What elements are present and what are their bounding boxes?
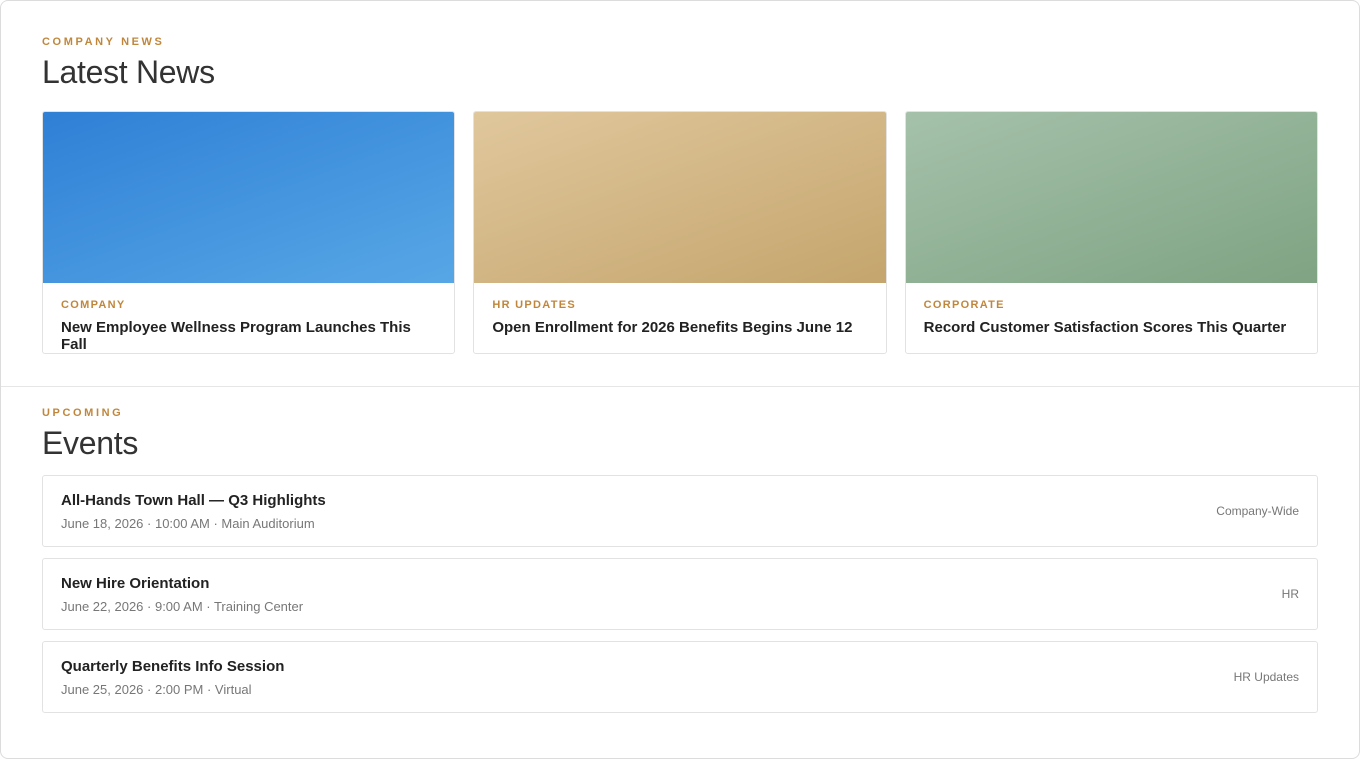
news-card-image	[905, 112, 1317, 283]
event-info: All-Hands Town Hall — Q3 Highlights June…	[61, 492, 326, 531]
news-card[interactable]: HR UPDATES Open Enrollment for 2026 Bene…	[473, 111, 887, 354]
news-card[interactable]: COMPANY New Employee Wellness Program La…	[42, 111, 456, 354]
news-card-title[interactable]: New Employee Wellness Program Launches T…	[61, 319, 436, 353]
event-meta: June 18, 2026 · 10:00 AM · Main Auditori…	[61, 515, 315, 531]
event-title: Quarterly Benefits Info Session	[61, 657, 285, 675]
news-card-body: CORPORATE Record Customer Satisfaction S…	[906, 283, 1317, 352]
news-card-category: HR UPDATES	[492, 299, 577, 311]
event-tag: HR Updates	[1233, 670, 1299, 684]
event-tag: HR	[1281, 587, 1299, 601]
news-card-title[interactable]: Open Enrollment for 2026 Benefits Begins…	[492, 319, 867, 336]
news-cards: COMPANY New Employee Wellness Program La…	[42, 111, 1318, 354]
event-info: New Hire Orientation June 22, 2026 · 9:0…	[61, 575, 303, 614]
event-row[interactable]: Quarterly Benefits Info Session June 25,…	[42, 641, 1318, 713]
news-card-image	[474, 112, 886, 283]
event-title: All-Hands Town Hall — Q3 Highlights	[61, 491, 326, 509]
event-meta: June 25, 2026 · 2:00 PM · Virtual	[61, 681, 252, 697]
news-heading: Latest News	[42, 54, 215, 90]
news-card[interactable]: CORPORATE Record Customer Satisfaction S…	[904, 111, 1318, 354]
news-card-category: CORPORATE	[923, 299, 1005, 311]
event-meta: June 22, 2026 · 9:00 AM · Training Cente…	[61, 598, 304, 614]
news-section: COMPANY NEWS Latest News COMPANY New Emp…	[1, 1, 1359, 387]
events-section: UPCOMING Events All-Hands Town Hall — Q3…	[1, 387, 1359, 713]
news-card-body: HR UPDATES Open Enrollment for 2026 Bene…	[474, 283, 885, 352]
event-row[interactable]: All-Hands Town Hall — Q3 Highlights June…	[42, 475, 1318, 547]
news-card-title[interactable]: Record Customer Satisfaction Scores This…	[924, 319, 1299, 336]
event-info: Quarterly Benefits Info Session June 25,…	[61, 658, 284, 697]
news-card-image	[43, 112, 455, 283]
page-frame: COMPANY NEWS Latest News COMPANY New Emp…	[0, 0, 1360, 759]
event-tag: Company-Wide	[1216, 504, 1299, 518]
news-eyebrow: COMPANY NEWS	[42, 36, 165, 48]
events-eyebrow: UPCOMING	[42, 407, 124, 419]
news-card-body: COMPANY New Employee Wellness Program La…	[43, 283, 454, 353]
event-row[interactable]: New Hire Orientation June 22, 2026 · 9:0…	[42, 558, 1318, 630]
event-title: New Hire Orientation	[61, 574, 210, 592]
events-heading: Events	[42, 425, 139, 461]
news-card-category: COMPANY	[61, 299, 126, 311]
event-list: All-Hands Town Hall — Q3 Highlights June…	[42, 475, 1318, 713]
